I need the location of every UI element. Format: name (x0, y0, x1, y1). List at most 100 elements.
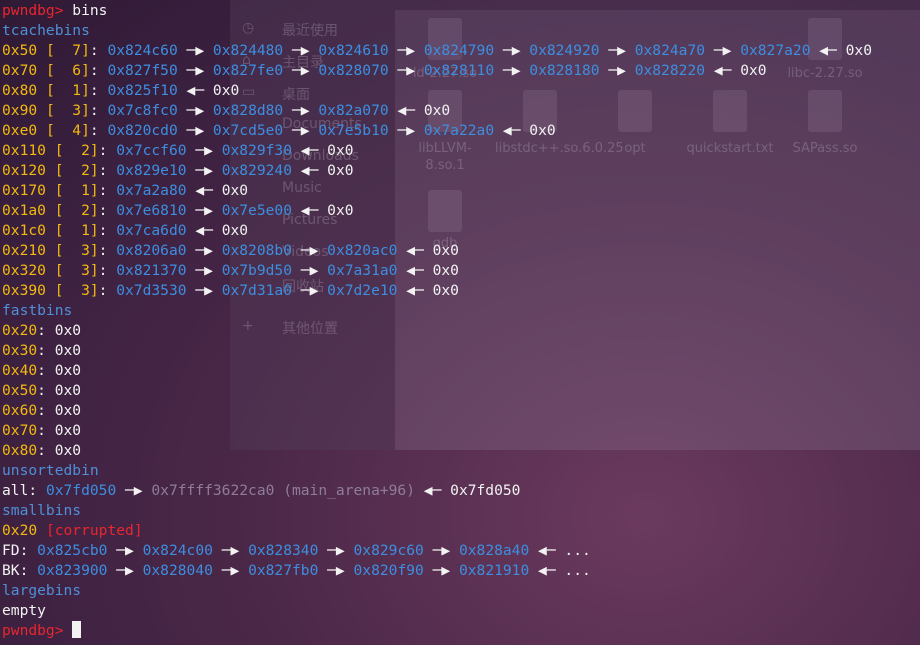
bin-size: 0x390 (2, 282, 46, 299)
chain-end: 0x0 (740, 62, 767, 79)
chain-address: 0x823900 (37, 562, 108, 579)
chain-address: 0x828340 (248, 542, 319, 559)
colon: : (98, 142, 117, 159)
colon: : (98, 222, 117, 239)
colon: : (98, 162, 117, 179)
bin-size: 0x80 (2, 82, 38, 99)
arrow-right-icon: ─▶ (177, 122, 213, 139)
command-line: pwndbg> bins (2, 1, 918, 21)
arrow-right-icon: ─▶ (292, 242, 328, 259)
chain-address: 0x7a2a80 (116, 182, 187, 199)
bin-value: 0x0 (54, 322, 82, 339)
arrow-left-icon: ◀─ (529, 542, 565, 559)
tcache-row: 0x320 [ 3]: 0x821370 ─▶ 0x7b9d50 ─▶ 0x7a… (2, 261, 918, 281)
bin-value: 0x0 (54, 402, 82, 419)
bin-size: 0x170 (2, 182, 46, 199)
chain-address: 0x8208b0 (221, 242, 292, 259)
unsortedbin-row: all: 0x7fd050 ─▶ 0x7ffff3622ca0 (main_ar… (2, 482, 521, 499)
arrow-left-icon: ◀─ (397, 282, 433, 299)
smallbin-row: 0x20 [corrupted] (2, 521, 918, 541)
arrow-right-icon: ─▶ (107, 562, 143, 579)
input-line[interactable]: pwndbg> (2, 621, 918, 641)
bin-size: 0x70 (2, 422, 38, 439)
chain-end: 0x0 (327, 202, 354, 219)
bin-count: [ 4] (45, 122, 90, 139)
bin-value: 0x0 (54, 442, 82, 459)
bin-size: 0x20 (2, 522, 38, 539)
colon: : (37, 382, 55, 399)
largebins-heading: largebins (2, 582, 82, 599)
colon: : (98, 242, 117, 259)
arrow-right-icon: ─▶ (318, 562, 354, 579)
chain-address: 0x829f30 (221, 142, 292, 159)
tcache-row: 0x90 [ 3]: 0x7c8fc0 ─▶ 0x828d80 ─▶ 0x82a… (2, 101, 918, 121)
arrow-right-icon: ─▶ (186, 162, 222, 179)
tcache-row: 0x1a0 [ 2]: 0x7e6810 ─▶ 0x7e5e00 ◀─ 0x0 (2, 201, 918, 221)
chain-end: ... (564, 562, 591, 579)
tcache-row: 0x170 [ 1]: 0x7a2a80 ◀─ 0x0 (2, 181, 918, 201)
tcache-row: 0x80 [ 1]: 0x825f10 ◀─ 0x0 (2, 81, 918, 101)
chain-end: 0x0 (845, 42, 872, 59)
bin-size: 0x50 (2, 42, 38, 59)
bin-value: 0x0 (54, 422, 82, 439)
chain-address: 0x7fd050 (45, 482, 117, 499)
corrupted-flag: [corrupted] (45, 522, 143, 539)
tcache-list: 0x50 [ 7]: 0x824c60 ─▶ 0x824480 ─▶ 0x824… (2, 41, 918, 301)
arrow-left-icon: ◀─ (186, 222, 222, 239)
chain-address: 0x7e5e00 (221, 202, 292, 219)
arrow-right-icon: ─▶ (186, 282, 222, 299)
arrow-right-icon: ─▶ (283, 102, 319, 119)
bin-size: 0x40 (2, 362, 38, 379)
chain-address: 0x824a70 (634, 42, 706, 59)
arrow-right-icon: ─▶ (705, 42, 741, 59)
largebins-value: empty (2, 602, 46, 619)
chain-address: 0x7c8fc0 (107, 102, 178, 119)
arrow-right-icon: ─▶ (494, 42, 530, 59)
chain-address: 0x7a22a0 (423, 122, 495, 139)
chain-address: 0x828180 (529, 62, 600, 79)
colon: : (37, 322, 55, 339)
colon: : (89, 122, 108, 139)
arrow-right-icon: ─▶ (177, 42, 213, 59)
chain-address: 0x829240 (221, 162, 292, 179)
arrow-right-icon: ─▶ (186, 202, 222, 219)
chain-address: 0x821910 (458, 562, 530, 579)
chain-address: 0x829e10 (116, 162, 187, 179)
chain-end: 0x0 (432, 242, 459, 259)
arrow-right-icon: ─▶ (292, 262, 328, 279)
text-cursor[interactable] (72, 621, 82, 638)
arrow-right-icon: ─▶ (283, 62, 319, 79)
colon: : (98, 202, 117, 219)
colon: : (19, 562, 38, 579)
chain-end: 0x0 (327, 142, 354, 159)
colon: : (89, 42, 108, 59)
terminal-output[interactable]: pwndbg> bins tcachebins 0x50 [ 7]: 0x824… (2, 1, 918, 641)
chain-address: 0x828110 (423, 62, 495, 79)
bin-value: 0x0 (54, 382, 82, 399)
fastbin-row: 0x80: 0x0 (2, 441, 918, 461)
chain-address: 0x820ac0 (327, 242, 398, 259)
chain-end: 0x0 (432, 282, 459, 299)
chain-address: 0x824c60 (107, 42, 178, 59)
chain-end: 0x0 (221, 222, 249, 239)
bin-size: 0x320 (2, 262, 46, 279)
bin-size: 0xe0 (2, 122, 38, 139)
arrow-right-icon: ─▶ (423, 562, 459, 579)
bin-size: 0x1c0 (2, 222, 46, 239)
chain-label: FD (2, 542, 20, 559)
tcache-row: 0x390 [ 3]: 0x7d3530 ─▶ 0x7d31a0 ─▶ 0x7d… (2, 281, 918, 301)
unsortedbin-heading: unsortedbin (2, 462, 99, 479)
chain-address: 0x828040 (142, 562, 213, 579)
bin-count: [ 7] (45, 42, 90, 59)
unsorted-label: all (2, 482, 29, 499)
fastbin-row: 0x60: 0x0 (2, 401, 918, 421)
bin-size: 0x1a0 (2, 202, 46, 219)
chain-address: 0x7d31a0 (221, 282, 292, 299)
fastbin-row: 0x20: 0x0 (2, 321, 918, 341)
chain-end: 0x0 (423, 102, 451, 119)
arrow-left-icon: ◀─ (292, 142, 328, 159)
